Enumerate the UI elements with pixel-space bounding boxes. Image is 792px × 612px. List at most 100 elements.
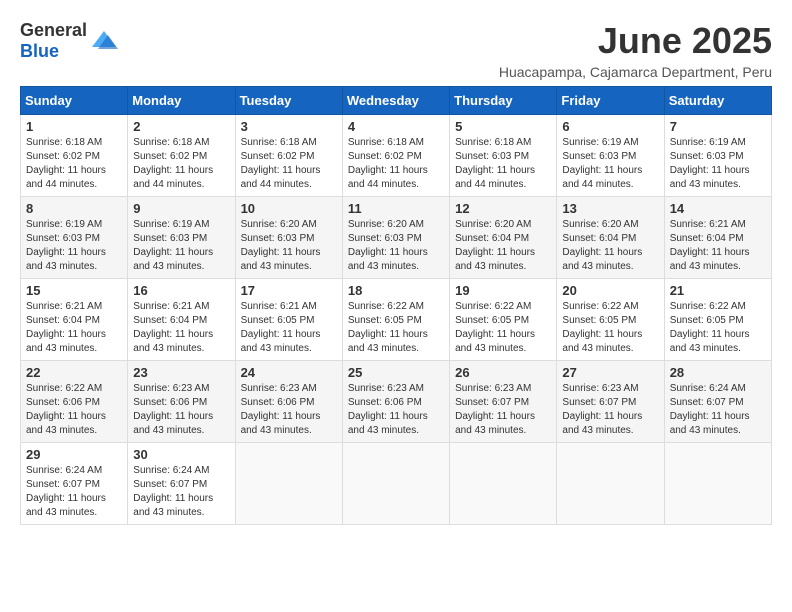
calendar-cell: 30 Sunrise: 6:24 AM Sunset: 6:07 PM Dayl… <box>128 443 235 525</box>
calendar-cell: 4 Sunrise: 6:18 AM Sunset: 6:02 PM Dayli… <box>342 115 449 197</box>
logo-blue-text: Blue <box>20 41 59 61</box>
calendar-cell: 26 Sunrise: 6:23 AM Sunset: 6:07 PM Dayl… <box>450 361 557 443</box>
header: General Blue June 2025 Huacapampa, Cajam… <box>20 20 772 80</box>
calendar-cell <box>342 443 449 525</box>
calendar-cell: 14 Sunrise: 6:21 AM Sunset: 6:04 PM Dayl… <box>664 197 771 279</box>
calendar-cell: 16 Sunrise: 6:21 AM Sunset: 6:04 PM Dayl… <box>128 279 235 361</box>
day-number: 4 <box>348 119 444 134</box>
calendar-cell <box>557 443 664 525</box>
day-detail: Sunrise: 6:21 AM Sunset: 6:05 PM Dayligh… <box>241 300 337 356</box>
calendar-cell: 24 Sunrise: 6:23 AM Sunset: 6:06 PM Dayl… <box>235 361 342 443</box>
day-number: 13 <box>562 201 658 216</box>
calendar-cell: 11 Sunrise: 6:20 AM Sunset: 6:03 PM Dayl… <box>342 197 449 279</box>
calendar-cell: 5 Sunrise: 6:18 AM Sunset: 6:03 PM Dayli… <box>450 115 557 197</box>
weekday-header-row: SundayMondayTuesdayWednesdayThursdayFrid… <box>21 87 772 115</box>
day-number: 19 <box>455 283 551 298</box>
day-number: 26 <box>455 365 551 380</box>
day-detail: Sunrise: 6:19 AM Sunset: 6:03 PM Dayligh… <box>26 218 122 274</box>
day-detail: Sunrise: 6:23 AM Sunset: 6:06 PM Dayligh… <box>348 382 444 438</box>
day-number: 3 <box>241 119 337 134</box>
calendar-cell: 27 Sunrise: 6:23 AM Sunset: 6:07 PM Dayl… <box>557 361 664 443</box>
calendar-cell <box>235 443 342 525</box>
day-number: 17 <box>241 283 337 298</box>
calendar-cell: 9 Sunrise: 6:19 AM Sunset: 6:03 PM Dayli… <box>128 197 235 279</box>
day-detail: Sunrise: 6:21 AM Sunset: 6:04 PM Dayligh… <box>670 218 766 274</box>
day-number: 7 <box>670 119 766 134</box>
weekday-header-wednesday: Wednesday <box>342 87 449 115</box>
day-number: 8 <box>26 201 122 216</box>
calendar-cell: 17 Sunrise: 6:21 AM Sunset: 6:05 PM Dayl… <box>235 279 342 361</box>
weekday-header-friday: Friday <box>557 87 664 115</box>
day-number: 28 <box>670 365 766 380</box>
day-detail: Sunrise: 6:23 AM Sunset: 6:06 PM Dayligh… <box>241 382 337 438</box>
calendar-cell: 12 Sunrise: 6:20 AM Sunset: 6:04 PM Dayl… <box>450 197 557 279</box>
day-detail: Sunrise: 6:23 AM Sunset: 6:07 PM Dayligh… <box>562 382 658 438</box>
calendar-cell: 25 Sunrise: 6:23 AM Sunset: 6:06 PM Dayl… <box>342 361 449 443</box>
calendar-cell: 3 Sunrise: 6:18 AM Sunset: 6:02 PM Dayli… <box>235 115 342 197</box>
day-detail: Sunrise: 6:24 AM Sunset: 6:07 PM Dayligh… <box>133 464 229 520</box>
day-number: 21 <box>670 283 766 298</box>
calendar-week-row: 15 Sunrise: 6:21 AM Sunset: 6:04 PM Dayl… <box>21 279 772 361</box>
day-number: 1 <box>26 119 122 134</box>
day-number: 27 <box>562 365 658 380</box>
logo-icon <box>90 27 118 55</box>
day-detail: Sunrise: 6:21 AM Sunset: 6:04 PM Dayligh… <box>26 300 122 356</box>
calendar-week-row: 1 Sunrise: 6:18 AM Sunset: 6:02 PM Dayli… <box>21 115 772 197</box>
logo-general-text: General <box>20 20 87 40</box>
calendar-cell: 7 Sunrise: 6:19 AM Sunset: 6:03 PM Dayli… <box>664 115 771 197</box>
day-number: 9 <box>133 201 229 216</box>
calendar-week-row: 8 Sunrise: 6:19 AM Sunset: 6:03 PM Dayli… <box>21 197 772 279</box>
calendar-week-row: 22 Sunrise: 6:22 AM Sunset: 6:06 PM Dayl… <box>21 361 772 443</box>
day-detail: Sunrise: 6:22 AM Sunset: 6:05 PM Dayligh… <box>348 300 444 356</box>
day-detail: Sunrise: 6:22 AM Sunset: 6:05 PM Dayligh… <box>670 300 766 356</box>
calendar-cell: 21 Sunrise: 6:22 AM Sunset: 6:05 PM Dayl… <box>664 279 771 361</box>
calendar-cell: 15 Sunrise: 6:21 AM Sunset: 6:04 PM Dayl… <box>21 279 128 361</box>
day-number: 22 <box>26 365 122 380</box>
calendar-cell: 19 Sunrise: 6:22 AM Sunset: 6:05 PM Dayl… <box>450 279 557 361</box>
month-title: June 2025 <box>499 20 772 62</box>
day-detail: Sunrise: 6:24 AM Sunset: 6:07 PM Dayligh… <box>670 382 766 438</box>
calendar-cell <box>664 443 771 525</box>
day-detail: Sunrise: 6:18 AM Sunset: 6:02 PM Dayligh… <box>133 136 229 192</box>
day-detail: Sunrise: 6:18 AM Sunset: 6:03 PM Dayligh… <box>455 136 551 192</box>
day-number: 24 <box>241 365 337 380</box>
weekday-header-sunday: Sunday <box>21 87 128 115</box>
calendar-cell: 20 Sunrise: 6:22 AM Sunset: 6:05 PM Dayl… <box>557 279 664 361</box>
day-detail: Sunrise: 6:23 AM Sunset: 6:06 PM Dayligh… <box>133 382 229 438</box>
day-detail: Sunrise: 6:22 AM Sunset: 6:06 PM Dayligh… <box>26 382 122 438</box>
day-detail: Sunrise: 6:18 AM Sunset: 6:02 PM Dayligh… <box>241 136 337 192</box>
calendar-cell <box>450 443 557 525</box>
location-title: Huacapampa, Cajamarca Department, Peru <box>499 64 772 80</box>
day-number: 11 <box>348 201 444 216</box>
day-detail: Sunrise: 6:22 AM Sunset: 6:05 PM Dayligh… <box>455 300 551 356</box>
day-detail: Sunrise: 6:18 AM Sunset: 6:02 PM Dayligh… <box>26 136 122 192</box>
day-number: 23 <box>133 365 229 380</box>
weekday-header-monday: Monday <box>128 87 235 115</box>
day-number: 2 <box>133 119 229 134</box>
day-detail: Sunrise: 6:20 AM Sunset: 6:04 PM Dayligh… <box>455 218 551 274</box>
day-detail: Sunrise: 6:23 AM Sunset: 6:07 PM Dayligh… <box>455 382 551 438</box>
title-area: June 2025 Huacapampa, Cajamarca Departme… <box>499 20 772 80</box>
calendar-cell: 10 Sunrise: 6:20 AM Sunset: 6:03 PM Dayl… <box>235 197 342 279</box>
day-detail: Sunrise: 6:20 AM Sunset: 6:03 PM Dayligh… <box>348 218 444 274</box>
day-detail: Sunrise: 6:22 AM Sunset: 6:05 PM Dayligh… <box>562 300 658 356</box>
day-number: 14 <box>670 201 766 216</box>
day-detail: Sunrise: 6:20 AM Sunset: 6:03 PM Dayligh… <box>241 218 337 274</box>
day-number: 20 <box>562 283 658 298</box>
day-number: 30 <box>133 447 229 462</box>
day-number: 16 <box>133 283 229 298</box>
day-detail: Sunrise: 6:18 AM Sunset: 6:02 PM Dayligh… <box>348 136 444 192</box>
calendar-table: SundayMondayTuesdayWednesdayThursdayFrid… <box>20 86 772 525</box>
day-number: 12 <box>455 201 551 216</box>
calendar-week-row: 29 Sunrise: 6:24 AM Sunset: 6:07 PM Dayl… <box>21 443 772 525</box>
day-number: 5 <box>455 119 551 134</box>
day-number: 29 <box>26 447 122 462</box>
calendar-cell: 13 Sunrise: 6:20 AM Sunset: 6:04 PM Dayl… <box>557 197 664 279</box>
calendar-cell: 29 Sunrise: 6:24 AM Sunset: 6:07 PM Dayl… <box>21 443 128 525</box>
calendar-cell: 6 Sunrise: 6:19 AM Sunset: 6:03 PM Dayli… <box>557 115 664 197</box>
day-detail: Sunrise: 6:19 AM Sunset: 6:03 PM Dayligh… <box>670 136 766 192</box>
logo: General Blue <box>20 20 118 62</box>
day-detail: Sunrise: 6:19 AM Sunset: 6:03 PM Dayligh… <box>133 218 229 274</box>
calendar-cell: 2 Sunrise: 6:18 AM Sunset: 6:02 PM Dayli… <box>128 115 235 197</box>
day-number: 10 <box>241 201 337 216</box>
